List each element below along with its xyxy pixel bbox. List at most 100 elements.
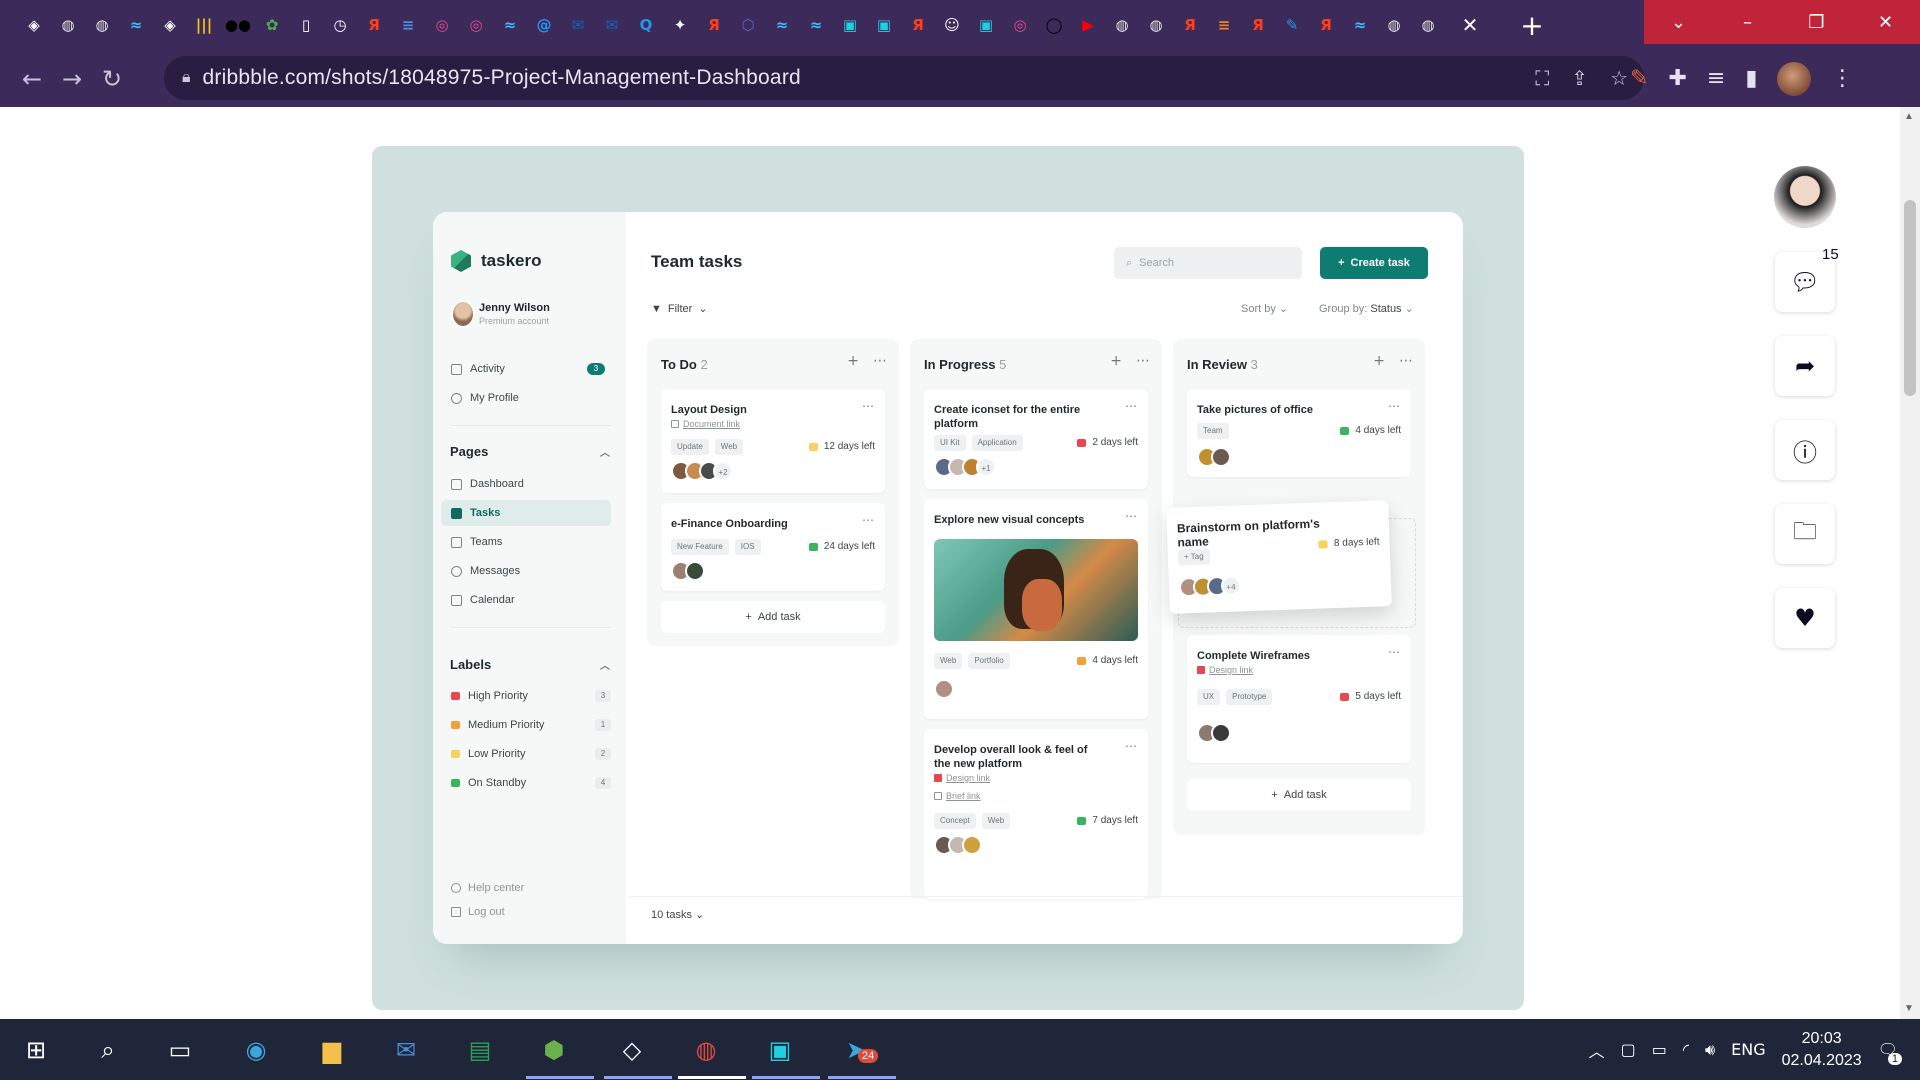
ws-tab-icon[interactable]: ▣	[972, 11, 1000, 39]
chrome-tab-icon[interactable]: ◍	[1142, 11, 1170, 39]
language-indicator[interactable]: ENG	[1731, 1040, 1765, 1059]
restore-button[interactable]: ❐	[1782, 0, 1851, 44]
tailwind-tab-icon[interactable]: ≈	[122, 11, 150, 39]
codepen-tab-icon[interactable]: ◈	[156, 11, 184, 39]
chrome-tab-icon[interactable]: ◍	[1414, 11, 1442, 39]
media-icon[interactable]: ≡	[1707, 66, 1725, 91]
star-tab-icon[interactable]: ✦	[666, 11, 694, 39]
dribbble-tab-icon[interactable]: ◎	[1006, 11, 1034, 39]
more-icon[interactable]: ⋯	[1399, 353, 1413, 369]
edge-icon[interactable]: ◉	[236, 1031, 276, 1069]
labels-section-header[interactable]: Labels ︿	[450, 657, 610, 672]
back-icon[interactable]: ←	[12, 59, 52, 99]
ws-tab-icon[interactable]: ▣	[870, 11, 898, 39]
sidebar-item-dashboard[interactable]: Dashboard	[441, 471, 611, 497]
sort-by-dropdown[interactable]: Sort by ⌄	[1241, 302, 1288, 315]
stackoverflow-tab-icon[interactable]: ≡	[1210, 11, 1238, 39]
more-icon[interactable]: ⋯	[1125, 399, 1138, 413]
user-card[interactable]: Jenny Wilson Premium account	[451, 300, 550, 328]
task-card[interactable]: Create iconset for the entire platform ⋯…	[924, 389, 1148, 489]
sidebar-item-my-profile[interactable]: My Profile	[441, 385, 611, 411]
create-task-button[interactable]: + Create task	[1320, 247, 1428, 279]
tab-search-button[interactable]: ⌄	[1644, 0, 1713, 44]
filter-button[interactable]: ▼ Filter ⌄	[651, 302, 708, 316]
mail-icon[interactable]: ✉	[386, 1031, 426, 1069]
bookmark-star-icon[interactable]: ☆	[1610, 66, 1628, 90]
sidebar-item-calendar[interactable]: Calendar	[441, 587, 611, 613]
meet-icon[interactable]: ▢	[1621, 1040, 1636, 1059]
devtools-icon[interactable]: ◇	[612, 1031, 652, 1069]
extension-icon[interactable]: ✎	[1630, 66, 1648, 91]
add-task-button[interactable]: + Add task	[661, 601, 885, 633]
cube-tab-icon[interactable]: ⬡	[734, 11, 762, 39]
medium-tab-icon[interactable]: ●●	[224, 11, 252, 39]
chevron-up-icon[interactable]: ︿	[1589, 1038, 1605, 1062]
battery-icon[interactable]: ▭	[1652, 1040, 1667, 1059]
sidebar-item-activity[interactable]: Activity 3	[441, 356, 611, 382]
menu-icon[interactable]: ⋮	[1831, 66, 1853, 91]
smile-tab-icon[interactable]: ☺	[938, 11, 966, 39]
close-window-button[interactable]: ✕	[1851, 0, 1920, 44]
brief-link[interactable]: Brief link	[934, 791, 981, 801]
like-button[interactable]: ♥	[1775, 588, 1835, 648]
tasks-count-dropdown[interactable]: 10 tasks ⌄	[651, 908, 704, 921]
address-bar[interactable]: 🔒︎ dribbble.com/shots/18048975-Project-M…	[164, 56, 1644, 100]
bars-tab-icon[interactable]: |||	[190, 11, 218, 39]
dragged-task-card[interactable]: Brainstorm on platform's name + Tag 8 da…	[1166, 500, 1392, 614]
more-icon[interactable]: ⋯	[862, 513, 875, 527]
add-task-button[interactable]: + Add task	[1187, 779, 1411, 811]
label-medium-priority[interactable]: Medium Priority 1	[451, 715, 611, 735]
more-icon[interactable]: ⋯	[862, 399, 875, 413]
label-on-standby[interactable]: On Standby 4	[451, 773, 611, 793]
task-view-icon[interactable]: ▭	[160, 1031, 200, 1069]
tailwind-tab-icon[interactable]: ≈	[802, 11, 830, 39]
design-link[interactable]: Design link	[1197, 665, 1253, 675]
task-card[interactable]: Layout Design ⋯ Document link Update Web…	[661, 389, 885, 493]
sidebar-item-messages[interactable]: Messages	[441, 558, 611, 584]
task-card[interactable]: Develop overall look & feel of the new p…	[924, 729, 1148, 899]
more-icon[interactable]: ⋯	[1136, 353, 1150, 369]
designer-avatar[interactable]	[1774, 166, 1836, 228]
ws-tab-icon[interactable]: ▣	[836, 11, 864, 39]
scroll-down-icon[interactable]: ▼	[1904, 1003, 1914, 1014]
translate-icon[interactable]: ⛶	[1535, 66, 1549, 90]
vertical-scrollbar[interactable]: ▲ ▼	[1900, 107, 1920, 1019]
add-to-collection-button[interactable]: 🗀	[1775, 504, 1835, 564]
plus-icon[interactable]: +	[847, 353, 859, 369]
mail-tab-icon[interactable]: ✉	[598, 11, 626, 39]
info-button[interactable]: ⓘ	[1775, 420, 1835, 480]
more-icon[interactable]: ⋯	[1125, 739, 1138, 753]
more-icon[interactable]: ⋯	[1388, 399, 1401, 413]
side-panel-icon[interactable]: ▮	[1745, 66, 1757, 91]
chrome-icon[interactable]: ◍	[686, 1031, 726, 1069]
stack-tab-icon[interactable]: ≡	[394, 11, 422, 39]
puzzle-icon[interactable]: ✚	[1668, 66, 1686, 91]
leaf-tab-icon[interactable]: ✿	[258, 11, 286, 39]
windows-start-icon[interactable]: ⊞	[16, 1031, 56, 1069]
codepen-tab-icon[interactable]: ◈	[20, 11, 48, 39]
search-input[interactable]: ⌕ Search	[1114, 247, 1302, 279]
file-explorer-icon[interactable]: ▆	[312, 1031, 352, 1069]
yandex-tab-icon[interactable]: Я	[1312, 11, 1340, 39]
pen-tab-icon[interactable]: ✎	[1278, 11, 1306, 39]
more-icon[interactable]: ⋯	[873, 353, 887, 369]
task-card[interactable]: Explore new visual concepts ⋯ Web Portfo…	[924, 499, 1148, 719]
close-tab-icon[interactable]: ✕	[1456, 11, 1484, 39]
chevron-up-icon[interactable]: ︿	[600, 444, 610, 459]
group-by-dropdown[interactable]: Group by: Status ⌄	[1319, 302, 1414, 315]
sidebar-item-teams[interactable]: Teams	[441, 529, 611, 555]
logout-link[interactable]: Log out	[451, 906, 505, 918]
plus-icon[interactable]: +	[1110, 353, 1122, 369]
nodejs-icon[interactable]: ⬢	[534, 1031, 574, 1069]
label-high-priority[interactable]: High Priority 3	[451, 686, 611, 706]
yandex-tab-icon[interactable]: Я	[1176, 11, 1204, 39]
yandex-tab-icon[interactable]: Я	[700, 11, 728, 39]
url-text[interactable]: dribbble.com/shots/18048975-Project-Mana…	[203, 66, 801, 90]
tailwind-tab-icon[interactable]: ≈	[768, 11, 796, 39]
search-icon[interactable]: ⌕	[88, 1031, 128, 1069]
chrome-tab-icon[interactable]: ◍	[1108, 11, 1136, 39]
chrome-tab-icon[interactable]: ◍	[88, 11, 116, 39]
task-card[interactable]: e-Finance Onboarding ⋯ New Feature IOS 2…	[661, 503, 885, 591]
wifi-icon[interactable]: ◜	[1683, 1040, 1689, 1059]
more-icon[interactable]: ⋯	[1125, 509, 1138, 523]
